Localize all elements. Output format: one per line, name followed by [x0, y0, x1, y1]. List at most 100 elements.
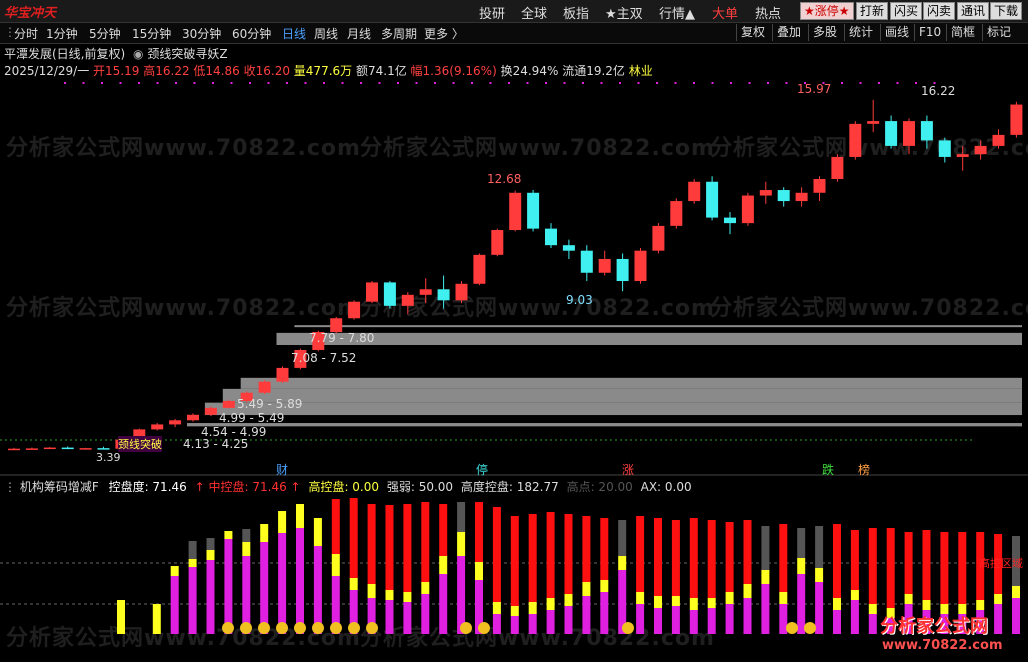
signal-dot: [323, 82, 325, 84]
indicator-bar: [385, 600, 394, 634]
signal-dot: [230, 82, 233, 84]
candle-body: [79, 448, 92, 450]
marker-finance[interactable]: 财: [276, 461, 288, 478]
signal-dot: [656, 82, 658, 84]
marker-rise[interactable]: 涨: [622, 461, 634, 478]
candle-body: [956, 154, 969, 157]
candle-body: [706, 181, 719, 218]
candle-body: [795, 192, 808, 202]
indicator-bar: [546, 610, 555, 634]
high-degree-control: 高度控盘: 182.77: [460, 480, 559, 494]
signal-dot: [415, 82, 418, 84]
indicator-bar: [206, 550, 215, 560]
control-degree: 控盘度: 71.46: [108, 480, 187, 494]
indicator-bar: [331, 499, 340, 554]
indicator-bar: [922, 530, 931, 600]
indicator-bar: [492, 602, 501, 614]
signal-dot: [508, 82, 510, 84]
indicator-bar: [367, 584, 376, 598]
signal-dot: [341, 82, 344, 84]
zone-label: 7.08 - 7.52: [291, 351, 357, 365]
support-zone: [240, 377, 1022, 389]
indicator-bar: [528, 602, 537, 614]
indicator-bar: [457, 556, 466, 634]
indicator-bar: [600, 592, 609, 634]
indicator-bar: [367, 504, 376, 584]
indicator-bar: [886, 528, 895, 608]
signal-dot: [915, 82, 917, 84]
zone-label: 4.13 - 4.25: [183, 437, 249, 451]
kline-chart[interactable]: [0, 0, 1028, 662]
signal-dot: [175, 82, 177, 84]
signal-dot: [563, 82, 566, 84]
candle-body: [849, 123, 862, 157]
indicator-bar: [528, 514, 537, 602]
indicator-bar: [206, 538, 215, 550]
indicator-bar: [725, 522, 734, 592]
candle-body: [992, 134, 1005, 146]
indicator-name[interactable]: 机构筹码增减F: [20, 480, 99, 494]
peak-value: 高点: 20.00: [566, 480, 633, 494]
indicator-bar: [457, 502, 466, 532]
signal-dot: [878, 82, 880, 84]
indicator-bar: [815, 582, 824, 634]
smiley-icon: [348, 622, 360, 634]
marker-halt[interactable]: 停: [476, 461, 488, 478]
candle-body: [222, 400, 235, 408]
indicator-bar: [707, 608, 716, 634]
candle-body: [401, 294, 414, 306]
candle-body: [437, 289, 450, 301]
support-zone: [222, 388, 1023, 403]
candle-body: [652, 225, 665, 251]
high-price-label: 15.97: [797, 82, 832, 96]
signal-dot: [304, 82, 307, 84]
signal-dot: [693, 82, 695, 84]
signal-dot: [249, 82, 251, 84]
indicator-bar: [278, 511, 287, 533]
signal-dot: [82, 82, 85, 84]
indicator-bar: [242, 529, 251, 542]
indicator-bar: [403, 592, 412, 602]
support-zone: [187, 423, 1022, 427]
signal-dot: [471, 82, 473, 84]
candle-body: [151, 424, 164, 430]
indicator-bar: [313, 518, 322, 546]
indicator-bar: [994, 594, 1003, 604]
indicator-bar: [564, 514, 573, 594]
indicator-bar: [510, 616, 519, 634]
indicator-bar: [439, 556, 448, 574]
indicator-bar: [761, 570, 770, 584]
smiley-icon: [478, 622, 490, 634]
indicator-bar: [689, 518, 698, 598]
indicator-bar: [725, 604, 734, 634]
indicator-bar: [385, 590, 394, 600]
indicator-bar: [600, 580, 609, 592]
indicator-handle-icon[interactable]: ⋮: [4, 480, 16, 494]
indicator-bar: [439, 574, 448, 634]
signal-dot: [859, 82, 862, 84]
indicator-bar: [779, 592, 788, 604]
indicator-bar: [188, 541, 197, 559]
marker-rank[interactable]: 榜: [858, 461, 870, 478]
signal-dot: [119, 82, 122, 84]
smiley-icon: [460, 622, 472, 634]
indicator-bar: [170, 576, 179, 634]
indicator-bar: [850, 600, 859, 634]
low-price-label: 9.03: [566, 293, 593, 307]
indicator-bar: [117, 600, 125, 634]
candle-body: [1010, 104, 1023, 135]
smiley-icon: [804, 622, 816, 634]
indicator-bar: [296, 528, 304, 634]
signal-dot: [637, 82, 640, 84]
signal-dot: [434, 82, 436, 84]
signal-dot: [896, 82, 899, 84]
indicator-bar: [654, 608, 662, 634]
indicator-bar: [779, 604, 788, 634]
indicator-bar: [510, 516, 519, 606]
marker-fall[interactable]: 跌: [822, 461, 834, 478]
candle-body: [455, 283, 468, 301]
indicator-bar: [403, 504, 412, 592]
indicator-bar: [761, 526, 770, 570]
candle-body: [670, 201, 683, 226]
indicator-bar: [546, 598, 555, 610]
